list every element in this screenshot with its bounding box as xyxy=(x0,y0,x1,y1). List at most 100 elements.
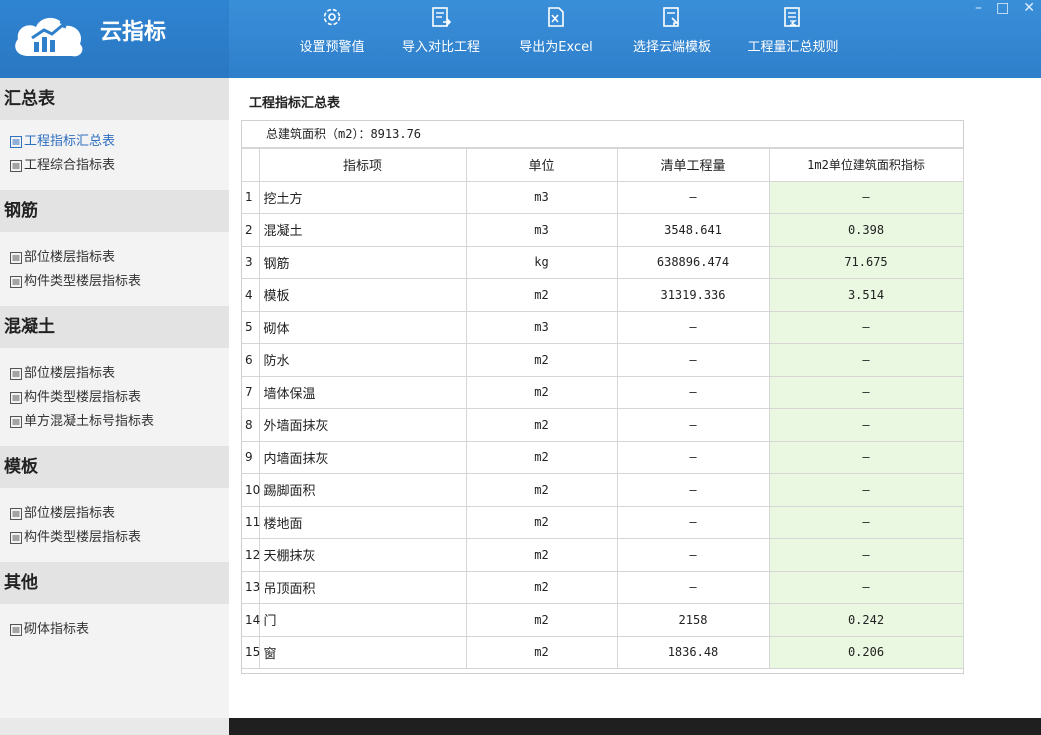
item-name-cell[interactable]: 挖土方 xyxy=(258,180,467,214)
sidebar-item-formwork-floor[interactable]: 部位楼层指标表 xyxy=(10,502,229,526)
table-row[interactable]: 3 钢筋 kg 638896.474 71.675 xyxy=(242,245,964,279)
item-name-cell[interactable]: 钢筋 xyxy=(258,245,467,279)
row-number[interactable]: 14 xyxy=(242,603,260,637)
per-m2-indicator-cell[interactable]: – xyxy=(768,440,964,474)
table-row[interactable]: 13 吊顶面积 m2– – xyxy=(242,570,964,604)
per-m2-indicator-cell[interactable]: 0.242 xyxy=(768,603,964,637)
per-m2-indicator-cell[interactable]: – xyxy=(768,180,964,214)
import-compare-button[interactable]: 导入对比工程 xyxy=(384,0,498,78)
unit-cell[interactable]: m2 xyxy=(465,343,618,377)
quantity-cell[interactable]: – xyxy=(616,440,770,474)
unit-cell[interactable]: m2 xyxy=(465,635,618,669)
column-header[interactable]: 指标项 xyxy=(258,148,467,182)
unit-cell[interactable]: m2 xyxy=(465,440,618,474)
table-row[interactable]: 2 混凝土 m3 3548.641 0.398 xyxy=(242,213,964,247)
close-icon[interactable]: ✕ xyxy=(1023,0,1035,16)
per-m2-indicator-cell[interactable]: – xyxy=(768,505,964,539)
unit-cell[interactable]: kg xyxy=(465,245,618,279)
quantity-cell[interactable]: – xyxy=(616,505,770,539)
sidebar-item-concrete-grade[interactable]: 单方混凝土标号指标表 xyxy=(10,410,229,434)
maximize-icon[interactable]: □ xyxy=(996,0,1009,16)
column-header[interactable]: 单位 xyxy=(465,148,618,182)
sidebar-item-concrete-component[interactable]: 构件类型楼层指标表 xyxy=(10,386,229,410)
unit-cell[interactable]: m2 xyxy=(465,375,618,409)
item-name-cell[interactable]: 外墙面抹灰 xyxy=(258,408,467,442)
table-row[interactable]: 9 内墙面抹灰 m2– – xyxy=(242,440,964,474)
item-name-cell[interactable]: 防水 xyxy=(258,343,467,377)
row-number[interactable]: 1 xyxy=(242,180,260,214)
table-row[interactable]: 11 楼地面 m2– – xyxy=(242,505,964,539)
table-row[interactable]: 7 墙体保温 m2– – xyxy=(242,375,964,409)
row-number[interactable]: 6 xyxy=(242,343,260,377)
per-m2-indicator-cell[interactable]: 71.675 xyxy=(768,245,964,279)
table-row[interactable]: 1 挖土方 m3– – xyxy=(242,180,964,214)
quantity-rules-button[interactable]: 工程量汇总规则 xyxy=(730,0,856,78)
table-row[interactable]: 14 门 m2 2158 0.242 xyxy=(242,603,964,637)
unit-cell[interactable]: m2 xyxy=(465,603,618,637)
unit-cell[interactable]: m2 xyxy=(465,538,618,572)
per-m2-indicator-cell[interactable]: – xyxy=(768,375,964,409)
quantity-cell[interactable]: – xyxy=(616,473,770,507)
row-number[interactable]: 10 xyxy=(242,473,260,507)
quantity-cell[interactable]: 2158 xyxy=(616,603,770,637)
row-number[interactable]: 12 xyxy=(242,538,260,572)
per-m2-indicator-cell[interactable]: 3.514 xyxy=(768,278,964,312)
table-row[interactable]: 10 踢脚面积 m2– – xyxy=(242,473,964,507)
per-m2-indicator-cell[interactable]: – xyxy=(768,538,964,572)
row-number[interactable]: 5 xyxy=(242,310,260,344)
row-number[interactable]: 8 xyxy=(242,408,260,442)
unit-cell[interactable]: m2 xyxy=(465,570,618,604)
per-m2-indicator-cell[interactable]: – xyxy=(768,473,964,507)
quantity-cell[interactable]: 31319.336 xyxy=(616,278,770,312)
item-name-cell[interactable]: 踢脚面积 xyxy=(258,473,467,507)
item-name-cell[interactable]: 吊顶面积 xyxy=(258,570,467,604)
quantity-cell[interactable]: 3548.641 xyxy=(616,213,770,247)
sidebar-item-masonry[interactable]: 砌体指标表 xyxy=(10,618,229,642)
row-number[interactable]: 15 xyxy=(242,635,260,669)
row-number[interactable]: 11 xyxy=(242,505,260,539)
item-name-cell[interactable]: 天棚抹灰 xyxy=(258,538,467,572)
unit-cell[interactable]: m2 xyxy=(465,473,618,507)
column-header[interactable]: 1m2单位建筑面积指标 xyxy=(768,148,964,182)
sidebar-item-concrete-floor[interactable]: 部位楼层指标表 xyxy=(10,362,229,386)
table-row[interactable]: 12 天棚抹灰 m2– – xyxy=(242,538,964,572)
per-m2-indicator-cell[interactable]: – xyxy=(768,408,964,442)
unit-cell[interactable]: m3 xyxy=(465,180,618,214)
table-row[interactable]: 6 防水 m2– – xyxy=(242,343,964,377)
item-name-cell[interactable]: 混凝土 xyxy=(258,213,467,247)
item-name-cell[interactable]: 门 xyxy=(258,603,467,637)
sidebar-item-composite-table[interactable]: 工程综合指标表 xyxy=(10,154,229,178)
per-m2-indicator-cell[interactable]: – xyxy=(768,570,964,604)
per-m2-indicator-cell[interactable]: – xyxy=(768,310,964,344)
quantity-cell[interactable]: – xyxy=(616,310,770,344)
row-number[interactable]: 13 xyxy=(242,570,260,604)
item-name-cell[interactable]: 模板 xyxy=(258,278,467,312)
table-row[interactable]: 5 砌体 m3– – xyxy=(242,310,964,344)
table-row[interactable]: 15 窗 m2 1836.48 0.206 xyxy=(242,635,964,669)
per-m2-indicator-cell[interactable]: – xyxy=(768,343,964,377)
table-row[interactable]: 8 外墙面抹灰 m2– – xyxy=(242,408,964,442)
quantity-cell[interactable]: – xyxy=(616,343,770,377)
unit-cell[interactable]: m3 xyxy=(465,213,618,247)
sidebar-item-rebar-component[interactable]: 构件类型楼层指标表 xyxy=(10,270,229,294)
quantity-cell[interactable]: – xyxy=(616,180,770,214)
unit-cell[interactable]: m3 xyxy=(465,310,618,344)
sidebar-item-formwork-component[interactable]: 构件类型楼层指标表 xyxy=(10,526,229,550)
set-warning-button[interactable]: 设置预警值 xyxy=(280,0,384,78)
minimize-icon[interactable]: – xyxy=(975,0,982,16)
item-name-cell[interactable]: 墙体保温 xyxy=(258,375,467,409)
quantity-cell[interactable]: 638896.474 xyxy=(616,245,770,279)
quantity-cell[interactable]: – xyxy=(616,538,770,572)
unit-cell[interactable]: m2 xyxy=(465,505,618,539)
unit-cell[interactable]: m2 xyxy=(465,408,618,442)
per-m2-indicator-cell[interactable]: 0.206 xyxy=(768,635,964,669)
quantity-cell[interactable]: – xyxy=(616,408,770,442)
row-number[interactable]: 9 xyxy=(242,440,260,474)
row-number[interactable]: 7 xyxy=(242,375,260,409)
item-name-cell[interactable]: 窗 xyxy=(258,635,467,669)
item-name-cell[interactable]: 楼地面 xyxy=(258,505,467,539)
quantity-cell[interactable]: 1836.48 xyxy=(616,635,770,669)
sidebar-item-rebar-floor[interactable]: 部位楼层指标表 xyxy=(10,246,229,270)
unit-cell[interactable]: m2 xyxy=(465,278,618,312)
quantity-cell[interactable]: – xyxy=(616,570,770,604)
